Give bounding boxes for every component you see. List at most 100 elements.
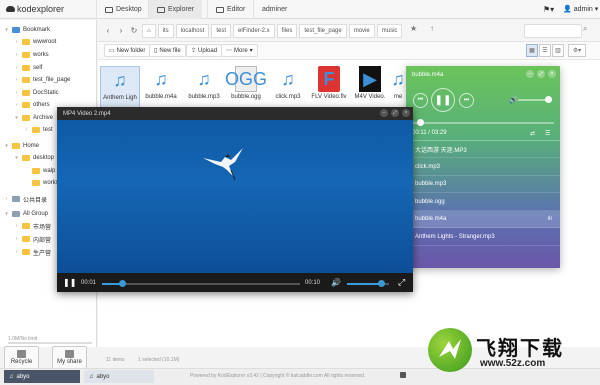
forward-icon[interactable]: › xyxy=(115,24,127,37)
close-icon[interactable]: × xyxy=(402,109,410,117)
breadcrumb-item[interactable]: its xyxy=(157,24,174,38)
file-item[interactable]: ♫ bubble.m4a xyxy=(141,66,181,108)
playlist-icon[interactable]: ☰ xyxy=(545,130,550,137)
playlist-track[interactable]: click.mp3 xyxy=(406,159,560,176)
tab-adminer[interactable]: adminer xyxy=(253,0,295,19)
volume-icon[interactable]: 🔊 xyxy=(331,278,341,287)
video-volume-handle[interactable] xyxy=(378,280,385,287)
tree-item[interactable]: › DocStatic xyxy=(14,88,59,98)
playlist-track[interactable]: bubble.mp3 xyxy=(406,176,560,193)
chevron-right-icon[interactable]: › xyxy=(14,236,19,242)
tree-item[interactable]: › self xyxy=(14,63,42,73)
video-progress-slider[interactable] xyxy=(102,283,300,285)
search-input[interactable] xyxy=(524,24,582,38)
file-item[interactable]: F FLV Video.flv xyxy=(309,66,349,108)
chevron-right-icon[interactable]: › xyxy=(14,90,19,96)
square-icon[interactable] xyxy=(400,372,406,378)
taskbar-item[interactable]: ♫ abyo xyxy=(4,370,80,383)
maximize-icon[interactable]: ⤢ xyxy=(391,109,399,117)
flag-icon[interactable]: ⚑▾ xyxy=(543,5,554,14)
chevron-right-icon[interactable]: › xyxy=(14,65,19,71)
tab-explorer[interactable]: Explorer xyxy=(148,0,203,19)
grid-view-icon[interactable]: ▦ xyxy=(526,44,538,57)
more-button[interactable]: ⋯ More ▾ xyxy=(221,44,258,57)
new-folder-button[interactable]: ▭ New folder xyxy=(104,44,151,57)
settings-dropdown[interactable]: ⚙▾ xyxy=(568,44,586,57)
user-menu[interactable]: 👤 admin ▾ xyxy=(563,5,598,14)
tree-item[interactable]: › works xyxy=(14,50,49,60)
star-icon[interactable]: ★ xyxy=(410,24,417,33)
next-button[interactable]: ⏭ xyxy=(459,93,474,108)
chevron-right-icon[interactable]: › xyxy=(24,127,29,133)
tree-item[interactable]: › test_file_page xyxy=(14,75,70,85)
breadcrumb-item[interactable]: music xyxy=(376,24,403,38)
file-item[interactable]: ♫ me xyxy=(390,66,406,108)
video-titlebar[interactable]: MP4 Video 2.mp4 xyxy=(57,107,413,120)
chevron-right-icon[interactable]: › xyxy=(14,102,19,108)
my-share-button[interactable]: My share xyxy=(52,346,87,369)
chevron-down-icon[interactable]: ▾ xyxy=(4,27,9,33)
tree-item[interactable]: › 生产营 xyxy=(14,247,51,257)
tab-desktop[interactable]: Desktop xyxy=(96,0,150,19)
split-view-icon[interactable]: ▥ xyxy=(552,44,564,57)
pause-button[interactable]: ❚❚ xyxy=(431,88,455,112)
chevron-right-icon[interactable]: › xyxy=(4,196,9,202)
music-progress-slider[interactable] xyxy=(412,122,554,124)
tab-editor[interactable]: Editor xyxy=(207,0,253,19)
chevron-right-icon[interactable]: › xyxy=(14,249,19,255)
chevron-down-icon[interactable]: ▾ xyxy=(4,211,9,217)
tree-item[interactable]: ▾ desktop xyxy=(14,153,54,163)
new-file-button[interactable]: ▯ New file xyxy=(149,44,186,57)
close-icon[interactable]: × xyxy=(548,70,556,78)
breadcrumb-item[interactable]: test_file_page xyxy=(299,24,347,38)
chevron-down-icon[interactable]: ▾ xyxy=(14,115,19,121)
up-arrow-icon[interactable]: ↑ xyxy=(430,24,434,33)
file-item[interactable]: ♫ click.mp3 xyxy=(268,66,308,108)
tree-home[interactable]: ▾ Home xyxy=(4,141,39,151)
search-icon[interactable]: ⌕ xyxy=(583,24,587,34)
music-volume-handle[interactable] xyxy=(545,96,552,103)
tree-item[interactable]: › wwwroot xyxy=(14,37,56,47)
previous-button[interactable]: ⏮ xyxy=(413,93,428,108)
music-progress-handle[interactable] xyxy=(417,119,424,126)
chevron-down-icon[interactable]: ▾ xyxy=(14,155,19,161)
breadcrumb-item[interactable]: elFinder-2.x xyxy=(232,24,275,38)
chevron-right-icon[interactable]: › xyxy=(14,223,19,229)
chevron-down-icon[interactable]: ▾ xyxy=(4,143,9,149)
breadcrumb-item[interactable]: localhost xyxy=(175,24,210,38)
playlist-track-current[interactable]: bubble.m4a ılı xyxy=(406,211,560,228)
fullscreen-icon[interactable]: ⤢ xyxy=(398,277,405,288)
pause-icon[interactable]: ❚❚ xyxy=(63,278,76,287)
chevron-right-icon[interactable]: › xyxy=(14,39,19,45)
breadcrumb-item[interactable]: test xyxy=(211,24,231,38)
minimize-icon[interactable]: – xyxy=(380,109,388,117)
video-progress-handle[interactable] xyxy=(119,280,126,287)
file-item[interactable]: ♫ bubble.mp3 xyxy=(184,66,224,108)
upload-button[interactable]: ⇪ Upload xyxy=(186,44,223,57)
playlist-track[interactable]: bubble.ogg xyxy=(406,194,560,211)
taskbar-item[interactable]: ♫ abyo xyxy=(84,370,154,383)
list-view-icon[interactable]: ☰ xyxy=(539,44,551,57)
chevron-right-icon[interactable]: › xyxy=(14,77,19,83)
tree-item[interactable]: ▾ Archive xyxy=(14,113,53,123)
tree-public[interactable]: › 公共目录 xyxy=(4,194,47,204)
breadcrumb-item[interactable]: movie xyxy=(348,24,375,38)
file-item[interactable]: ♫ Anthem Ligh xyxy=(100,66,140,108)
volume-icon[interactable]: 🔊 xyxy=(509,96,518,104)
refresh-icon[interactable]: ↻ xyxy=(128,24,140,37)
recycle-button[interactable]: Recycle xyxy=(4,346,39,369)
chevron-right-icon[interactable]: › xyxy=(14,52,19,58)
file-item[interactable]: ▶ M4V Video. xyxy=(350,66,390,108)
file-item[interactable]: OGG bubble.ogg xyxy=(225,66,267,108)
minimize-icon[interactable]: – xyxy=(526,70,534,78)
tree-item[interactable]: works xyxy=(24,178,59,188)
tree-all-group[interactable]: ▾ All Group xyxy=(4,209,48,219)
tree-item[interactable]: walp xyxy=(24,166,55,176)
maximize-icon[interactable]: ⤢ xyxy=(537,70,545,78)
tree-item[interactable]: › test xyxy=(24,125,53,135)
back-icon[interactable]: ‹ xyxy=(102,24,114,37)
tree-bookmark[interactable]: ▾ Bookmark xyxy=(4,25,50,35)
playlist-track[interactable]: Anthem Lights - Stranger.mp3 xyxy=(406,229,560,246)
tree-item[interactable]: › 市场营 xyxy=(14,221,51,231)
repeat-icon[interactable]: ⇄ xyxy=(530,130,535,137)
